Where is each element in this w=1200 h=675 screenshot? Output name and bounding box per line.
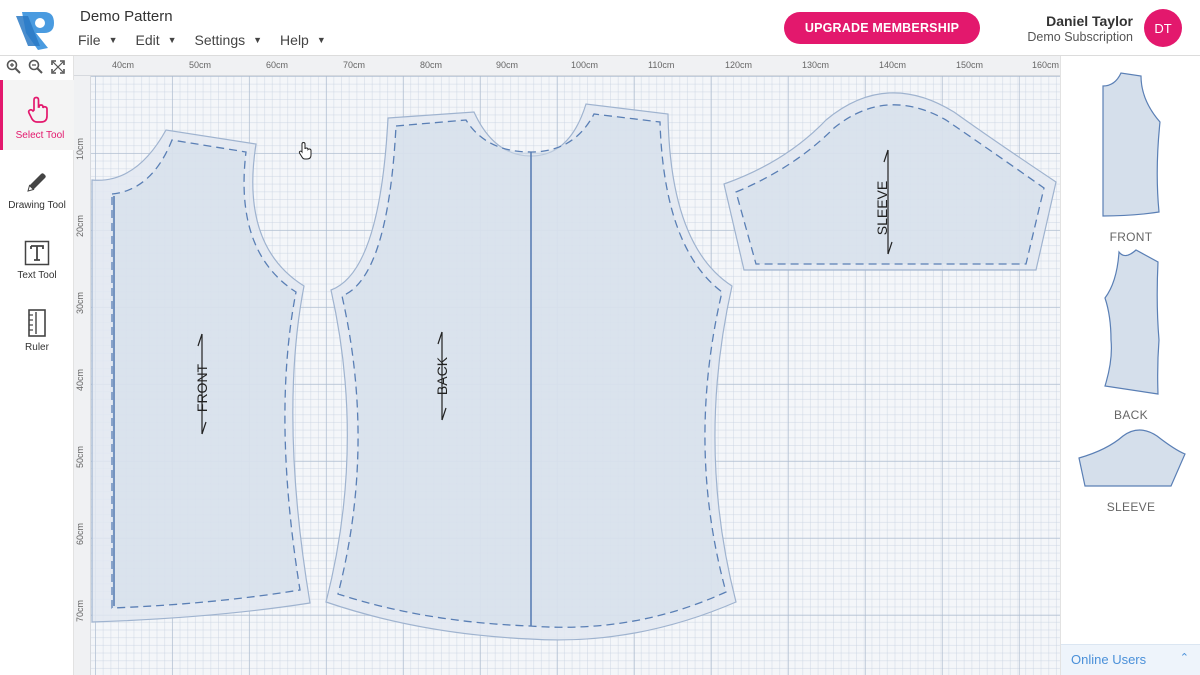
menu-help[interactable]: Help ▼ — [280, 32, 326, 48]
document-title: Demo Pattern — [80, 8, 173, 25]
thumbnail-sleeve[interactable]: SLEEVE — [1061, 424, 1200, 524]
hand-pointer-icon — [27, 96, 48, 123]
select-tool-label: Select Tool — [15, 130, 65, 141]
zoom-controls — [5, 58, 66, 75]
tool-sidebar: Select Tool Drawing Tool Text Tool Ruler — [0, 56, 74, 675]
text-tool[interactable]: Text Tool — [0, 232, 74, 300]
text-tool-label: Text Tool — [17, 270, 57, 281]
menu-edit[interactable]: Edit ▼ — [135, 32, 176, 48]
sleeve-thumbnail-shape — [1078, 429, 1186, 487]
zoom-in-icon[interactable] — [5, 58, 22, 75]
menu-bar: File ▼ Edit ▼ Settings ▼ Help ▼ — [78, 32, 344, 48]
thumbnail-sleeve-label: SLEEVE — [1106, 500, 1156, 514]
zoom-out-icon[interactable] — [27, 58, 44, 75]
fit-screen-icon[interactable] — [49, 58, 66, 75]
front-thumbnail-shape — [1102, 72, 1161, 217]
avatar[interactable]: DT — [1144, 9, 1182, 47]
chevron-down-icon: ▼ — [253, 35, 263, 45]
chevron-down-icon: ▼ — [108, 35, 118, 45]
chevron-down-icon: ▼ — [316, 35, 326, 45]
text-icon — [24, 240, 50, 266]
user-subscription: Demo Subscription — [1027, 30, 1133, 44]
back-thumbnail-shape — [1104, 249, 1160, 395]
ruler-icon — [28, 309, 46, 337]
back-pattern-piece[interactable]: BACK — [325, 103, 737, 641]
pencil-icon — [27, 173, 46, 192]
online-users-bar[interactable]: Online Users ⌃ — [1061, 644, 1200, 675]
chevron-up-icon: ⌃ — [1179, 652, 1189, 664]
menu-help-label: Help — [280, 32, 309, 48]
app-header: Demo Pattern File ▼ Edit ▼ Settings ▼ Help ▼… — [0, 0, 1200, 56]
back-piece-label: BACK — [434, 356, 450, 395]
ruler-tool-label: Ruler — [25, 342, 49, 353]
user-name: Daniel Taylor — [1046, 13, 1133, 29]
pattern-pieces-layer: FRONT BACK SLEEVE — [91, 92, 1057, 641]
sleeve-piece-label: SLEEVE — [874, 181, 890, 235]
chevron-down-icon: ▼ — [167, 35, 177, 45]
menu-settings-label: Settings — [194, 32, 246, 48]
thumbnail-front[interactable]: FRONT — [1061, 70, 1200, 245]
upgrade-membership-button[interactable]: UPGRADE MEMBERSHIP — [784, 12, 980, 44]
menu-settings[interactable]: Settings ▼ — [195, 32, 263, 48]
menu-file[interactable]: File ▼ — [78, 32, 117, 48]
drawing-tool-label: Drawing Tool — [8, 200, 66, 211]
menu-edit-label: Edit — [135, 32, 160, 48]
front-piece-label: FRONT — [194, 363, 210, 412]
online-users-label: Online Users — [1071, 652, 1147, 667]
hand-cursor-icon — [298, 142, 312, 160]
front-pattern-piece[interactable]: FRONT — [91, 129, 311, 623]
thumbnail-back-label: BACK — [1114, 408, 1148, 422]
thumbnail-back[interactable]: BACK — [1061, 248, 1200, 423]
thumbnail-front-label: FRONT — [1109, 230, 1153, 244]
drawing-tool[interactable]: Drawing Tool — [0, 160, 74, 228]
pieces-panel: FRONT BACK SLEEVE Online Users ⌃ — [1060, 56, 1200, 675]
ruler-tool[interactable]: Ruler — [0, 302, 74, 370]
menu-file-label: File — [78, 32, 101, 48]
pattern-canvas[interactable]: 40cm 50cm 60cm 70cm 80cm 90cm 100cm 110c… — [74, 56, 1060, 675]
sleeve-pattern-piece[interactable]: SLEEVE — [723, 92, 1057, 271]
select-tool[interactable]: Select Tool — [0, 80, 74, 150]
app-logo[interactable] — [14, 6, 58, 52]
